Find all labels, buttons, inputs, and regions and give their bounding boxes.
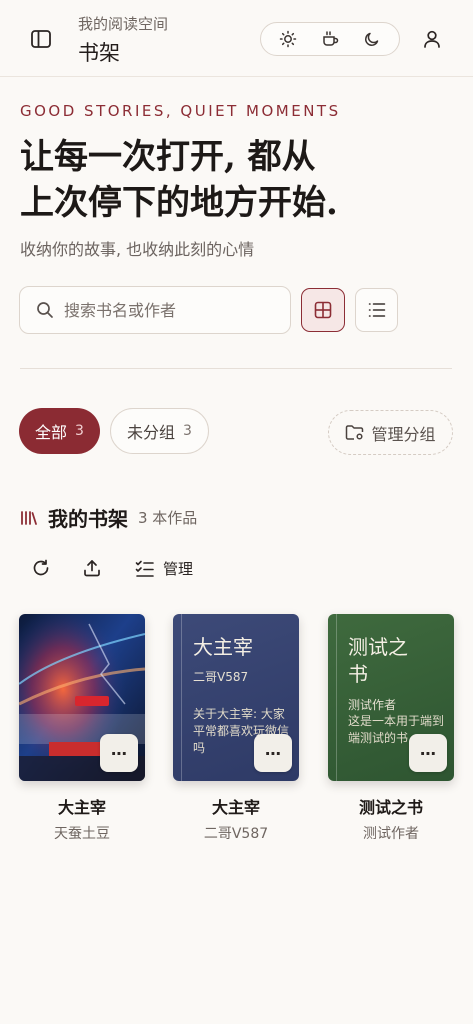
theme-switcher	[260, 22, 400, 56]
grid-view-button[interactable]	[301, 288, 345, 332]
shelf-count: 3 本作品	[138, 509, 198, 527]
more-icon: ⋯	[265, 743, 281, 763]
list-icon	[368, 303, 385, 317]
books-icon	[21, 510, 37, 525]
book-cover[interactable]: ⋯	[19, 614, 145, 781]
filter-chip-label: 全部	[35, 423, 68, 442]
filter-chip-count: 3	[75, 423, 84, 439]
book-spine	[336, 614, 337, 781]
book-title: 大主宰	[57, 798, 106, 817]
book-title: 测试之书	[358, 798, 423, 817]
checklist-icon	[135, 560, 154, 577]
book-cover[interactable]: 测试之书 测试作者 这是一本用于端到端测试的书 ⋯	[328, 614, 454, 781]
shelf-title: 我的书架	[48, 507, 128, 531]
book-author: 测试作者	[363, 826, 419, 842]
book-card[interactable]: ⋯ 大主宰 天蚕土豆	[19, 614, 145, 843]
grid-icon	[314, 301, 332, 319]
user-button[interactable]	[416, 22, 448, 56]
search-box	[19, 286, 291, 334]
cover-title: 大主宰	[193, 635, 253, 659]
book-card[interactable]: 大主宰 二哥V587 关于大主宰: 大家平常都喜欢玩微信吗 ⋯ 大主宰 二哥V5…	[173, 614, 299, 843]
cover-author: 二哥V587	[193, 670, 249, 684]
shelf-header: 我的书架 3 本作品	[20, 503, 197, 532]
page-title: 书架	[78, 41, 120, 65]
search-icon	[37, 302, 53, 318]
cover-title: 测试之书	[348, 635, 408, 686]
manage-button-label: 管理	[163, 560, 194, 578]
section-divider	[20, 368, 452, 369]
filter-chip-label: 未分组	[127, 423, 176, 442]
list-view-button[interactable]	[355, 288, 398, 332]
hero-eyebrow: GOOD STORIES, QUIET MOMENTS	[20, 102, 341, 120]
manage-button[interactable]: 管理	[135, 558, 193, 579]
book-author: 天蚕土豆	[54, 826, 110, 842]
book-card[interactable]: 测试之书 测试作者 这是一本用于端到端测试的书 ⋯ 测试之书 测试作者	[328, 614, 454, 843]
filter-chip-count: 3	[183, 423, 192, 439]
refresh-icon	[33, 559, 49, 576]
book-author: 二哥V587	[203, 826, 269, 842]
moon-icon[interactable]	[357, 26, 387, 52]
hero-tagline: 收纳你的故事, 也收纳此刻的心情	[20, 240, 255, 259]
upload-icon	[84, 560, 100, 577]
more-options-button[interactable]: ⋯	[254, 734, 292, 772]
header-subtitle: 我的阅读空间	[78, 15, 169, 33]
refresh-button[interactable]	[31, 558, 51, 578]
hero-headline-line-2: 上次停下的地方开始.	[20, 183, 338, 223]
sun-icon[interactable]	[273, 26, 303, 52]
more-options-button[interactable]: ⋯	[409, 734, 447, 772]
hero-headline-line-1: 让每一次打开, 都从	[20, 137, 316, 177]
filter-chip-ungrouped[interactable]: 未分组 3	[110, 408, 209, 454]
cover-author: 测试作者	[348, 698, 397, 712]
folder-settings-icon	[346, 424, 364, 440]
sidebar-toggle-button[interactable]	[24, 24, 58, 54]
more-icon: ⋯	[111, 743, 127, 763]
manage-groups-button[interactable]: 管理分组	[328, 410, 453, 455]
hero-headline: 让每一次打开, 都从 上次停下的地方开始.	[20, 134, 460, 226]
top-bar: 我的阅读空间 书架	[0, 0, 473, 77]
book-spine	[181, 614, 182, 781]
user-icon	[424, 30, 440, 48]
import-button[interactable]	[82, 558, 102, 578]
manage-groups-label: 管理分组	[371, 424, 436, 444]
more-icon: ⋯	[420, 743, 436, 763]
cup-icon[interactable]	[315, 26, 345, 52]
filter-chip-all[interactable]: 全部 3	[19, 408, 100, 454]
book-title: 大主宰	[211, 798, 260, 817]
search-input[interactable]	[64, 300, 264, 320]
sidebar-icon	[31, 30, 51, 48]
more-options-button[interactable]: ⋯	[100, 734, 138, 772]
book-cover[interactable]: 大主宰 二哥V587 关于大主宰: 大家平常都喜欢玩微信吗 ⋯	[173, 614, 299, 781]
